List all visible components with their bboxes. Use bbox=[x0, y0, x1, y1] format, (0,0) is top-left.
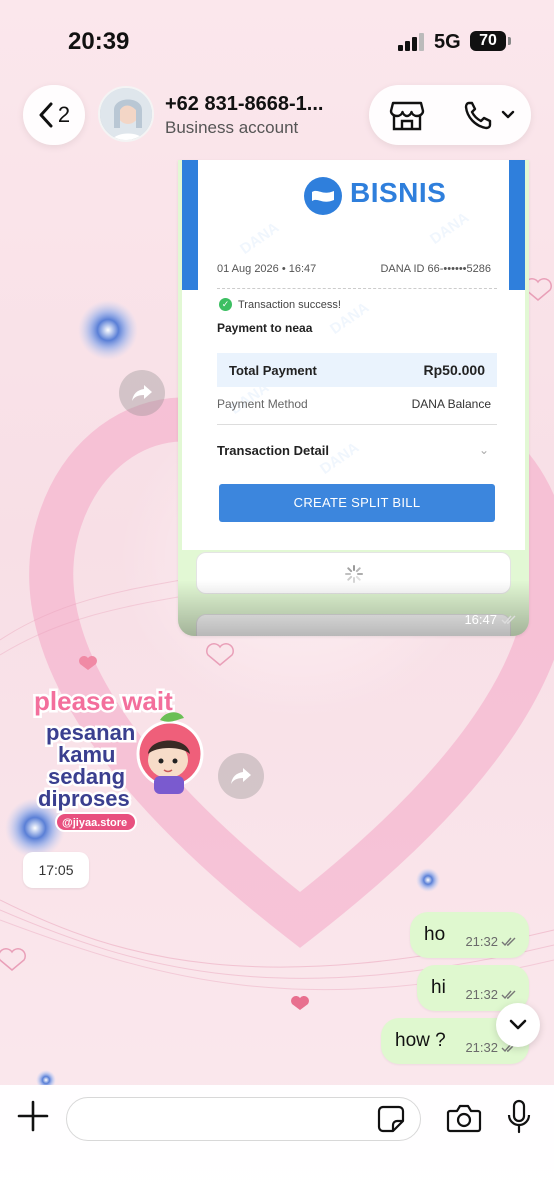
status-bar: 20:39 5G 70 bbox=[0, 0, 554, 80]
scroll-to-bottom-button[interactable] bbox=[496, 1003, 540, 1047]
header-actions bbox=[369, 85, 531, 145]
svg-text:diproses: diproses bbox=[38, 786, 130, 811]
message-text: ho bbox=[424, 924, 446, 945]
receipt-card: DANA DANA DANA DANA DANA DANA BISNIS 01 … bbox=[198, 160, 509, 550]
contact-subtitle: Business account bbox=[165, 118, 299, 137]
double-check-icon bbox=[501, 615, 516, 624]
forward-button[interactable] bbox=[119, 370, 165, 416]
sticker-icon[interactable] bbox=[377, 1105, 405, 1133]
sticker-message[interactable]: please wait pesanan kamu sedang diproses… bbox=[20, 658, 210, 838]
timestamp-chip: 17:05 bbox=[23, 852, 89, 888]
forward-button[interactable] bbox=[218, 753, 264, 799]
battery-icon: 70 bbox=[470, 31, 511, 51]
dana-logo-icon bbox=[304, 177, 342, 215]
receipt-dana-id: DANA ID 66-••••••5286 bbox=[380, 263, 491, 275]
image-message[interactable]: DANA DANA DANA DANA DANA DANA BISNIS 01 … bbox=[178, 160, 529, 636]
signal-icon bbox=[398, 33, 426, 51]
camera-icon[interactable] bbox=[446, 1103, 482, 1133]
payment-method-label: Payment Method bbox=[217, 397, 308, 411]
total-payment-label: Total Payment bbox=[229, 362, 317, 378]
message-composer bbox=[0, 1085, 554, 1200]
message-text: hi bbox=[431, 977, 446, 998]
check-icon: ✓ bbox=[219, 298, 232, 311]
unread-count: 2 bbox=[57, 102, 71, 127]
back-button[interactable]: 2 bbox=[23, 85, 85, 145]
divider bbox=[217, 288, 497, 289]
total-payment-value: Rp50.000 bbox=[423, 362, 485, 378]
message-input[interactable] bbox=[66, 1097, 421, 1141]
create-split-bill-button: CREATE SPLIT BILL bbox=[219, 484, 495, 522]
receipt-image: DANA DANA DANA DANA DANA DANA BISNIS 01 … bbox=[182, 160, 525, 550]
svg-text:please wait: please wait bbox=[34, 686, 173, 716]
transaction-detail-label: Transaction Detail bbox=[217, 443, 329, 458]
receipt-date: 01 Aug 2026 • 16:47 bbox=[217, 263, 317, 275]
chevron-down-icon: ⌄ bbox=[478, 443, 489, 457]
payment-method-value: DANA Balance bbox=[411, 397, 491, 411]
divider bbox=[217, 424, 497, 425]
avatar-photo bbox=[100, 88, 152, 140]
double-check-icon bbox=[501, 990, 516, 999]
receipt-brand: BISNIS bbox=[350, 177, 447, 208]
chat-messages: DANA DANA DANA DANA DANA DANA BISNIS 01 … bbox=[0, 160, 554, 1085]
phone-call-icon[interactable] bbox=[463, 99, 519, 131]
forward-icon bbox=[132, 385, 152, 401]
outgoing-message[interactable]: ho 21:32 bbox=[410, 912, 529, 958]
chat-header: 2 +62 831-8668-1... Business account bbox=[0, 80, 554, 160]
double-check-icon bbox=[501, 937, 516, 946]
message-text: how ? bbox=[395, 1030, 446, 1051]
chevron-left-icon bbox=[39, 102, 53, 128]
plus-icon[interactable] bbox=[16, 1099, 50, 1133]
avatar[interactable] bbox=[98, 86, 154, 142]
transaction-status: ✓ Transaction success! bbox=[219, 298, 341, 311]
microphone-icon[interactable] bbox=[506, 1099, 532, 1135]
svg-text:@jiyaa.store: @jiyaa.store bbox=[62, 817, 127, 829]
message-time: 21:32 bbox=[465, 987, 517, 1002]
message-time: 16:47 bbox=[464, 612, 517, 627]
message-time: 21:32 bbox=[465, 934, 517, 949]
status-time: 20:39 bbox=[68, 28, 130, 55]
forward-icon bbox=[231, 768, 251, 784]
storefront-icon[interactable] bbox=[389, 99, 425, 131]
contact-name[interactable]: +62 831-8668-1... bbox=[165, 93, 323, 116]
total-payment-row: Total Payment Rp50.000 bbox=[217, 353, 497, 387]
status-text: Transaction success! bbox=[238, 298, 341, 311]
payment-to: Payment to neaa bbox=[217, 321, 313, 335]
network-type: 5G bbox=[434, 31, 461, 53]
chevron-down-icon bbox=[509, 1019, 527, 1030]
